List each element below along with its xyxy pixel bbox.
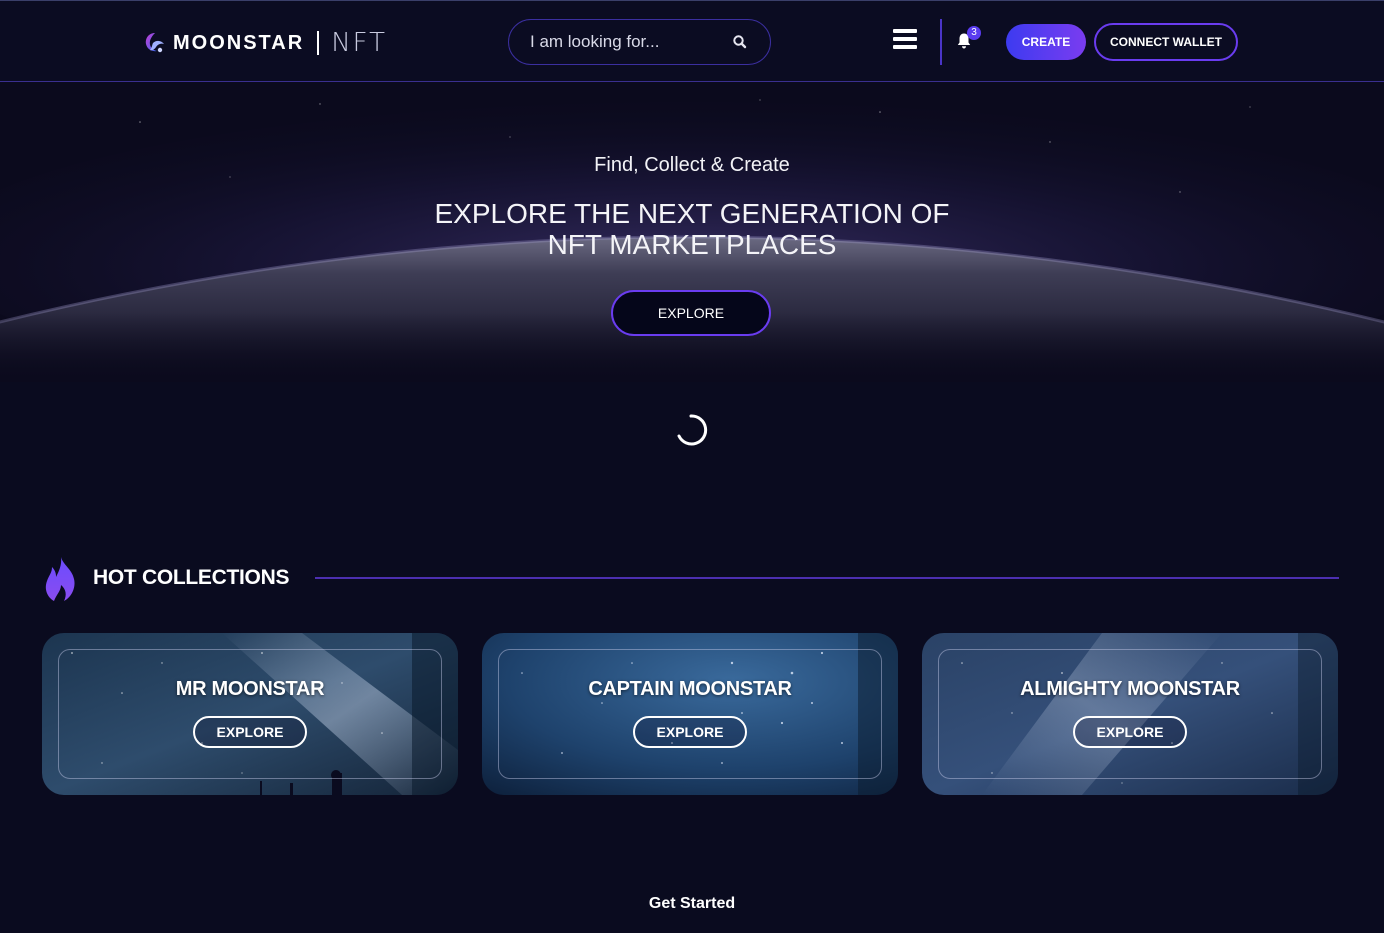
hero-title-line-2: NFT MARKETPLACES: [547, 229, 837, 260]
hero-banner: Find, Collect & Create EXPLORE THE NEXT …: [0, 82, 1384, 382]
card-explore-button[interactable]: EXPLORE: [193, 716, 307, 748]
card-title: ALMIGHTY MOONSTAR: [1020, 678, 1240, 700]
flame-icon: [45, 557, 75, 601]
search-box: [508, 19, 771, 65]
card-frame: [498, 649, 882, 779]
hot-collections-heading: HOT COLLECTIONS: [93, 566, 290, 589]
search-icon[interactable]: [732, 34, 748, 50]
header-divider: [940, 19, 942, 65]
loading-spinner-icon: [677, 414, 708, 446]
hero-title-line-1: EXPLORE THE NEXT GENERATION OF: [434, 198, 950, 229]
card-frame: [58, 649, 442, 779]
card-explore-button[interactable]: EXPLORE: [633, 716, 747, 748]
section-divider-line: [315, 577, 1339, 579]
connect-wallet-button[interactable]: CONNECT WALLET: [1094, 23, 1238, 61]
collection-card-mr-moonstar[interactable]: MR MOONSTAR EXPLORE: [42, 633, 458, 795]
collection-card-captain-moonstar[interactable]: CAPTAIN MOONSTAR EXPLORE: [482, 633, 898, 795]
top-navbar: MOONSTAR NFT 3 CREATE CONNECT WALLET: [0, 0, 1384, 82]
get-started-heading: Get Started: [648, 895, 736, 912]
search-input[interactable]: [530, 32, 725, 52]
logo-separator: [317, 31, 320, 55]
create-button[interactable]: CREATE: [1006, 24, 1086, 60]
card-frame: [938, 649, 1322, 779]
notification-badge: 3: [967, 26, 981, 40]
card-explore-button[interactable]: EXPLORE: [1073, 716, 1187, 748]
collection-card-almighty-moonstar[interactable]: ALMIGHTY MOONSTAR EXPLORE: [922, 633, 1338, 795]
hero-explore-button[interactable]: EXPLORE: [611, 290, 771, 336]
hamburger-menu-icon[interactable]: [893, 29, 917, 51]
logo-subtext: NFT: [331, 28, 388, 58]
hero-subtitle: Find, Collect & Create: [594, 154, 790, 176]
moonstar-logo[interactable]: MOONSTAR NFT: [142, 28, 388, 58]
hero-title: EXPLORE THE NEXT GENERATION OF NFT MARKE…: [392, 198, 992, 260]
logo-mark-icon: [145, 33, 164, 53]
logo-text: MOONSTAR: [173, 31, 305, 54]
card-title: MR MOONSTAR: [175, 678, 325, 700]
card-title: CAPTAIN MOONSTAR: [588, 678, 792, 700]
